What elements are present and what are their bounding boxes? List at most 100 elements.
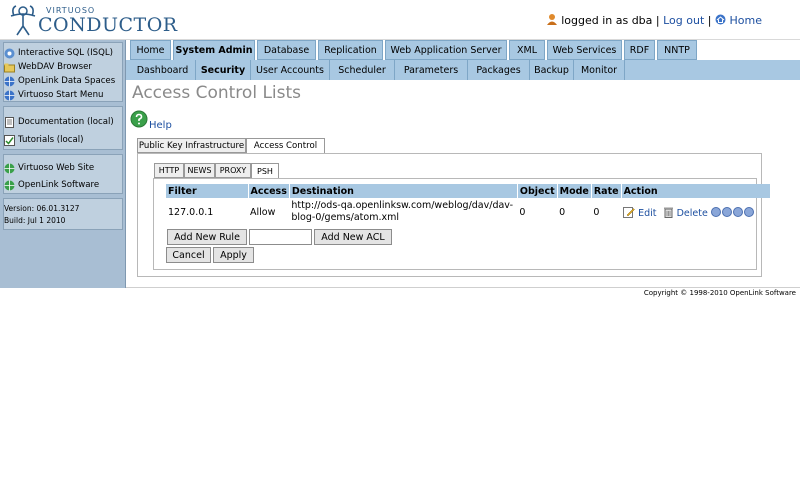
help-icon[interactable] <box>130 110 148 128</box>
separator: | <box>655 14 660 27</box>
sidebar-item-tutorials[interactable]: Tutorials (local) <box>4 133 84 147</box>
subtab-packages[interactable]: Packages <box>468 60 530 80</box>
tab-replication[interactable]: Replication <box>318 40 383 60</box>
tab-label: Web Application Server <box>390 44 502 56</box>
destination-line: http://ods-qa.openlinksw.com/weblog/dav/… <box>291 200 514 211</box>
tab-access-control[interactable]: Access Control <box>246 138 325 154</box>
add-new-rule-button[interactable]: Add New Rule <box>167 229 247 245</box>
subtab-parameters[interactable]: Parameters <box>395 60 468 80</box>
protocol-tab-label: HTTP <box>158 166 180 175</box>
tab-xml[interactable]: XML <box>509 40 545 60</box>
tab-psh[interactable]: PSH <box>251 163 279 179</box>
home-link[interactable]: Home <box>730 14 762 27</box>
tab-public-key-infrastructure[interactable]: Public Key Infrastructure <box>137 138 246 153</box>
protocol-tab-label: NEWS <box>187 166 212 175</box>
move-bottom-icon[interactable] <box>743 206 754 217</box>
home-icon <box>715 14 726 25</box>
globe-icon <box>4 76 15 86</box>
folder-icon <box>4 63 15 72</box>
isql-icon <box>4 48 15 58</box>
protocol-tab-label: PSH <box>257 166 273 176</box>
subtab-label: Parameters <box>403 64 459 76</box>
sidebar-item-isql[interactable]: Interactive SQL (ISQL) <box>4 46 113 60</box>
virtuoso-conductor-logo: VIRTUOSO CONDUCTOR <box>8 4 177 38</box>
cell-access: Allow <box>250 206 276 218</box>
sidebar-item-label: WebDAV Browser <box>18 62 92 72</box>
logged-in-label: logged in as dba <box>561 14 653 27</box>
column-header-object: Object <box>517 184 558 198</box>
tab-database[interactable]: Database <box>257 40 316 60</box>
sidebar-item-label: Virtuoso Start Menu <box>18 90 104 100</box>
section-tab-label: Access Control <box>253 141 318 151</box>
tab-http[interactable]: HTTP <box>154 163 184 178</box>
copyright-text: Copyright © 1998-2010 OpenLink Software <box>643 289 796 297</box>
tutorial-icon <box>4 134 15 146</box>
edit-link[interactable]: Edit <box>638 208 656 219</box>
cell-object: 0 <box>519 206 526 218</box>
apply-button[interactable]: Apply <box>213 247 254 263</box>
sidebar-item-label: OpenLink Software <box>18 180 100 190</box>
build-label: Build: Jul 1 2010 <box>4 216 66 225</box>
tab-label: RDF <box>629 44 650 56</box>
subtab-label: Backup <box>534 64 569 76</box>
footer-divider <box>126 287 800 288</box>
acl-name-input[interactable] <box>249 229 312 245</box>
sidebar-item-openlink[interactable]: OpenLink Software <box>4 178 99 192</box>
cell-destination: http://ods-qa.openlinksw.com/weblog/dav/… <box>289 198 517 226</box>
column-header-action: Action <box>621 184 771 198</box>
subtab-monitor[interactable]: Monitor <box>574 60 625 80</box>
sidebar: Interactive SQL (ISQL) WebDAV Browser Op… <box>0 40 126 288</box>
user-bar: logged in as dba | Log out | Home <box>546 13 762 27</box>
tab-proxy[interactable]: PROXY <box>215 163 251 178</box>
subtab-label: Dashboard <box>136 64 189 76</box>
globe-icon <box>4 90 15 100</box>
help-link[interactable]: Help <box>149 120 172 131</box>
tab-home[interactable]: Home <box>130 40 171 60</box>
sidebar-item-start-menu[interactable]: Virtuoso Start Menu <box>4 88 103 102</box>
subtab-user-accounts[interactable]: User Accounts <box>251 60 330 80</box>
destination-line: blog-0/gems/atom.xml <box>291 212 399 223</box>
subtab-label: Scheduler <box>338 64 386 76</box>
logo-main-text: CONDUCTOR <box>38 14 178 36</box>
trash-icon[interactable] <box>663 206 674 218</box>
subtab-backup[interactable]: Backup <box>530 60 574 80</box>
tab-nntp[interactable]: NNTP <box>657 40 697 60</box>
subtab-label: Monitor <box>580 64 618 76</box>
edit-icon[interactable] <box>623 206 635 218</box>
tab-news[interactable]: NEWS <box>184 163 215 178</box>
tab-label: Replication <box>324 44 377 56</box>
sidebar-item-label: Documentation (local) <box>18 117 114 127</box>
sidebar-item-label: Virtuoso Web Site <box>18 163 95 173</box>
cancel-button[interactable]: Cancel <box>166 247 211 263</box>
delete-link[interactable]: Delete <box>677 208 708 219</box>
globe-icon <box>4 163 15 173</box>
main-tab-bar: Home System Admin Database Replication W… <box>126 40 800 60</box>
subtab-security[interactable]: Security <box>196 60 251 80</box>
sidebar-item-webdav[interactable]: WebDAV Browser <box>4 60 92 74</box>
column-header-destination: Destination <box>289 184 518 198</box>
protocol-tab-label: PROXY <box>219 166 247 175</box>
tab-web-services[interactable]: Web Services <box>547 40 622 60</box>
move-up-icon[interactable] <box>721 206 732 217</box>
sidebar-item-documentation[interactable]: Documentation (local) <box>4 115 114 129</box>
conductor-figure-icon <box>10 5 36 36</box>
column-header-rate: Rate <box>591 184 622 198</box>
move-down-icon[interactable] <box>732 206 743 217</box>
subtab-scheduler[interactable]: Scheduler <box>330 60 395 80</box>
section-tab-label: Public Key Infrastructure <box>138 140 245 151</box>
cell-rate: 0 <box>593 206 600 218</box>
user-icon <box>546 14 557 25</box>
tab-system-admin[interactable]: System Admin <box>173 40 255 60</box>
sidebar-item-ods[interactable]: OpenLink Data Spaces <box>4 74 115 88</box>
tab-rdf[interactable]: RDF <box>624 40 655 60</box>
logout-link[interactable]: Log out <box>663 14 704 27</box>
cell-mode: 0 <box>559 206 566 218</box>
move-top-icon[interactable] <box>710 206 721 217</box>
add-new-acl-button[interactable]: Add New ACL <box>314 229 392 245</box>
column-header-access: Access <box>248 184 290 198</box>
table-row: 127.0.0.1 Allow http://ods-qa.openlinksw… <box>166 198 770 226</box>
subtab-dashboard[interactable]: Dashboard <box>130 60 196 80</box>
globe-icon <box>4 180 15 190</box>
sidebar-item-virtuoso-site[interactable]: Virtuoso Web Site <box>4 161 94 175</box>
tab-web-application-server[interactable]: Web Application Server <box>385 40 507 60</box>
